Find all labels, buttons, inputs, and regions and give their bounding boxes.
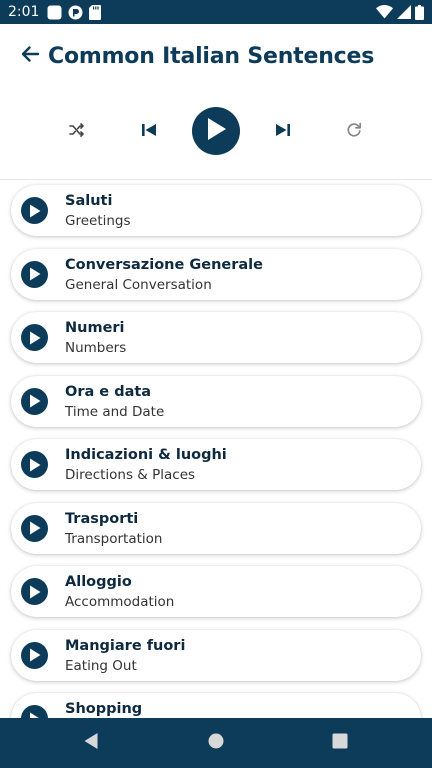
item-subtitle: Numbers: [65, 340, 127, 356]
play-circle-icon[interactable]: [21, 197, 48, 224]
item-title: Indicazioni & luoghi: [65, 447, 227, 463]
shuffle-button[interactable]: [66, 121, 88, 143]
player-controls: [0, 100, 432, 164]
shuffle-icon: [69, 122, 85, 142]
item-title: Ora e data: [65, 383, 152, 400]
wifi-icon: [376, 5, 393, 19]
recents-square-icon: [332, 733, 348, 754]
item-subtitle: General Conversation: [65, 276, 212, 293]
list-item[interactable]: Mangiare fuori Eating Out: [11, 629, 421, 681]
status-system-icons: [376, 4, 424, 20]
app-header: Common Italian Sentences: [0, 24, 432, 88]
play-circle-icon[interactable]: [21, 387, 48, 415]
list-item[interactable]: Saluti Greetings: [11, 185, 421, 236]
play-circle-icon[interactable]: [21, 514, 48, 542]
list-item[interactable]: Ora e data Time and Date: [11, 375, 421, 427]
list-item[interactable]: Indicazioni & luoghi Directions & Places: [11, 439, 421, 490]
battery-icon: [415, 4, 424, 20]
skip-next-icon: [275, 122, 291, 143]
item-subtitle: Accommodation: [65, 594, 175, 610]
item-title: Saluti: [65, 193, 113, 209]
play-button[interactable]: [192, 107, 240, 155]
play-circle-icon[interactable]: [21, 451, 48, 478]
status-bar: 2:01: [0, 0, 432, 24]
status-time: 2:01: [8, 4, 40, 20]
item-title: Alloggio: [65, 574, 132, 590]
play-circle-icon[interactable]: [21, 578, 48, 605]
item-subtitle: Time and Date: [65, 403, 165, 420]
status-notification-icons: [47, 4, 102, 20]
item-subtitle: Greetings: [65, 213, 131, 229]
item-title: Trasporti: [65, 510, 139, 527]
page-title: Common Italian Sentences: [48, 43, 375, 69]
list-item[interactable]: Conversazione Generale General Conversat…: [11, 248, 421, 300]
pocket-app-icon: [68, 5, 83, 20]
item-subtitle: Eating Out: [65, 657, 137, 674]
list-item[interactable]: Shopping: [11, 693, 421, 718]
repeat-button[interactable]: [343, 121, 365, 143]
play-circle-icon[interactable]: [21, 260, 48, 288]
item-subtitle: Directions & Places: [65, 467, 196, 483]
play-circle-icon[interactable]: [21, 324, 48, 351]
skip-next-button[interactable]: [271, 120, 295, 144]
category-list[interactable]: Saluti Greetings Conversazione Generale …: [0, 180, 432, 718]
arrow-back-icon: [20, 44, 40, 69]
nav-recents-button[interactable]: [329, 732, 351, 754]
skip-previous-button[interactable]: [137, 120, 161, 144]
play-circle-icon[interactable]: [21, 641, 48, 669]
item-title: Numeri: [65, 320, 125, 336]
square-notification-icon: [47, 5, 62, 20]
back-button[interactable]: [18, 44, 42, 68]
play-circle-icon[interactable]: [21, 705, 48, 718]
home-circle-icon: [208, 733, 224, 754]
play-icon: [205, 117, 227, 146]
list-item[interactable]: Alloggio Accommodation: [11, 566, 421, 617]
item-title: Shopping: [65, 701, 143, 717]
list-item[interactable]: Trasporti Transportation: [11, 502, 421, 554]
nav-home-button[interactable]: [205, 732, 227, 754]
system-nav-bar: [0, 718, 432, 768]
list-item[interactable]: Numeri Numbers: [11, 312, 421, 363]
nav-back-button[interactable]: [80, 732, 102, 754]
skip-previous-icon: [141, 122, 157, 143]
back-triangle-icon: [83, 732, 99, 755]
sd-card-icon: [89, 4, 102, 20]
item-title: Conversazione Generale: [65, 256, 263, 273]
cell-signal-icon: [397, 5, 411, 19]
item-title: Mangiare fuori: [65, 637, 186, 654]
item-subtitle: Transportation: [65, 530, 163, 547]
repeat-icon: [346, 122, 362, 143]
